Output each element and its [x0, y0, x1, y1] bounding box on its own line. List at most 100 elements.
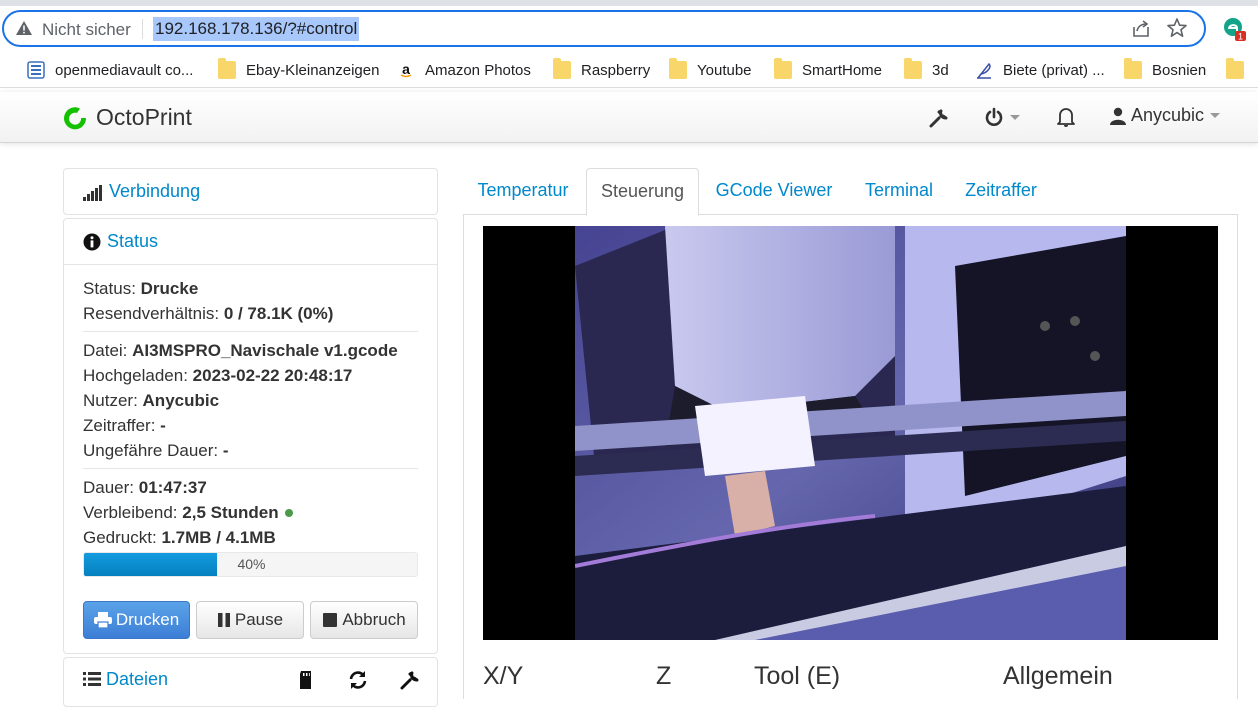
sd-card-icon[interactable] [295, 669, 317, 691]
remaining-row: Verbleibend: 2,5 Stunden [83, 500, 418, 525]
feather-icon [977, 62, 991, 79]
tab-gcode-viewer[interactable]: GCode Viewer [701, 168, 847, 215]
tab-temperatur[interactable]: Temperatur [463, 168, 583, 215]
bookmark-3d[interactable]: 3d [904, 58, 949, 81]
pause-icon [217, 613, 230, 627]
address-bar[interactable]: Nicht sicher 192.168.178.136/?#control [2, 10, 1206, 47]
print-progress-bar: 40% [83, 552, 418, 577]
user-menu[interactable]: Anycubic [1110, 105, 1221, 126]
print-controls: Drucken Pause Abbruch [83, 601, 418, 639]
bookmark-amazon-photos[interactable]: a Amazon Photos [397, 59, 531, 81]
bookmark-label: SmartHome [802, 61, 883, 79]
octoprint-logo-icon [64, 106, 87, 129]
bookmark-label: Amazon Photos [425, 61, 531, 79]
bookmark-raspberry[interactable]: Raspberry [553, 58, 650, 81]
control-sections: X/Y Z Tool (E) Allgemein [483, 662, 1218, 694]
url-text[interactable]: 192.168.178.136/?#control [153, 17, 360, 41]
bookmark-label: Bosnien [1152, 61, 1207, 79]
user-name: Anycubic [1131, 105, 1205, 125]
bookmark-star-icon[interactable] [1166, 17, 1188, 39]
connection-panel: Verbindung [63, 168, 438, 215]
refresh-icon[interactable] [347, 669, 369, 691]
folder-icon [669, 58, 687, 79]
files-panel: Dateien [63, 657, 438, 707]
files-actions [295, 669, 421, 691]
status-title: Status [107, 231, 159, 251]
uploaded-label: Hochgeladen: [83, 366, 188, 385]
settings-wrench-icon[interactable] [928, 107, 950, 129]
status-body: Status: Drucke Resendverhältnis: 0 / 78.… [64, 264, 437, 639]
tab-zeitraffer[interactable]: Zeitraffer [951, 168, 1051, 215]
chevron-down-icon [1010, 114, 1020, 120]
browser-toolbar: Nicht sicher 192.168.178.136/?#control 1 [0, 0, 1258, 50]
remaining-label: Verbleibend: [83, 503, 178, 522]
bookmark-bosnien[interactable]: Bosnien [1124, 58, 1207, 81]
printed-row: Gedruckt: 1.7MB / 4.1MB [83, 525, 418, 550]
file-row: Datei: AI3MSPRO_Navischale v1.gcode [83, 338, 418, 363]
tab-steuerung[interactable]: Steuerung [586, 168, 699, 216]
extension-icon[interactable]: 1 [1222, 16, 1248, 42]
bookmark-openmediavault[interactable]: openmediavault co... [27, 59, 193, 81]
bookmark-label: openmediavault co... [55, 61, 194, 79]
status-value: Drucke [140, 279, 199, 298]
progress-text: 40% [237, 556, 266, 572]
timelapse-value: - [160, 416, 166, 435]
bookmark-ebay[interactable]: Ebay-Kleinanzeigen [218, 58, 379, 81]
tab-terminal[interactable]: Terminal [851, 168, 947, 215]
folder-icon [774, 58, 792, 79]
bookmark-youtube[interactable]: Youtube [669, 58, 752, 81]
connection-header[interactable]: Verbindung [64, 169, 437, 214]
files-header[interactable]: Dateien [64, 658, 437, 700]
bookmark-label: Youtube [697, 61, 752, 79]
printed-label: Gedruckt: [83, 528, 157, 547]
remaining-value: 2,5 Stunden [182, 503, 279, 522]
printed-value: 1.7MB / 4.1MB [161, 528, 276, 547]
omv-icon [27, 61, 45, 79]
section-tool: Tool (E) [754, 662, 841, 690]
print-button[interactable]: Drucken [83, 601, 190, 639]
section-z: Z [656, 662, 672, 690]
uploaded-row: Hochgeladen: 2023-02-22 20:48:17 [83, 363, 418, 388]
chevron-down-icon [1210, 113, 1221, 118]
bookmark-overflow-right[interactable] [1226, 58, 1254, 81]
wrench-icon[interactable] [399, 669, 421, 691]
folder-icon [1124, 58, 1142, 79]
amazon-icon: a [397, 61, 415, 79]
webcam-stream[interactable] [483, 226, 1218, 640]
status-header[interactable]: Status [64, 219, 437, 264]
brand[interactable]: OctoPrint [62, 104, 192, 131]
list-icon [83, 672, 101, 686]
cancel-button[interactable]: Abbruch [310, 601, 418, 639]
status-label: Status: [83, 279, 136, 298]
webcam-image [575, 226, 1126, 640]
est-duration-row: Ungefähre Dauer: - [83, 438, 418, 463]
duration-value: 01:47:37 [138, 478, 207, 497]
share-icon[interactable] [1130, 18, 1152, 40]
user-label: Nutzer: [83, 391, 138, 410]
bookmark-label: Biete (privat) ... [1003, 61, 1105, 79]
divider [83, 331, 418, 332]
file-label: Datei: [83, 341, 128, 360]
stop-icon [323, 613, 338, 627]
extension-badge: 1 [1238, 32, 1243, 42]
bookmark-biete[interactable]: Biete (privat) ... [975, 59, 1105, 81]
divider [83, 468, 418, 469]
estimate-quality-dot-icon[interactable] [284, 509, 293, 517]
status-row: Status: Drucke [83, 276, 418, 301]
security-label[interactable]: Nicht sicher [42, 20, 131, 40]
user-icon [1110, 107, 1126, 125]
bookmarks-bar: . openmediavault co... Ebay-Kleinanzeige… [0, 52, 1258, 88]
pause-button[interactable]: Pause [196, 601, 304, 639]
section-general: Allgemein [1003, 662, 1113, 690]
section-xy: X/Y [483, 662, 524, 690]
svg-text:a: a [402, 61, 410, 77]
bookmark-label: 3d [932, 61, 949, 79]
bell-icon[interactable] [1056, 106, 1076, 128]
user-value: Anycubic [142, 391, 220, 410]
resend-label: Resendverhältnis: [83, 304, 220, 323]
warning-icon[interactable] [16, 21, 32, 35]
bookmark-smarthome[interactable]: SmartHome [774, 58, 883, 81]
address-separator [142, 19, 143, 39]
system-menu[interactable] [984, 106, 1024, 128]
folder-icon [904, 58, 922, 79]
